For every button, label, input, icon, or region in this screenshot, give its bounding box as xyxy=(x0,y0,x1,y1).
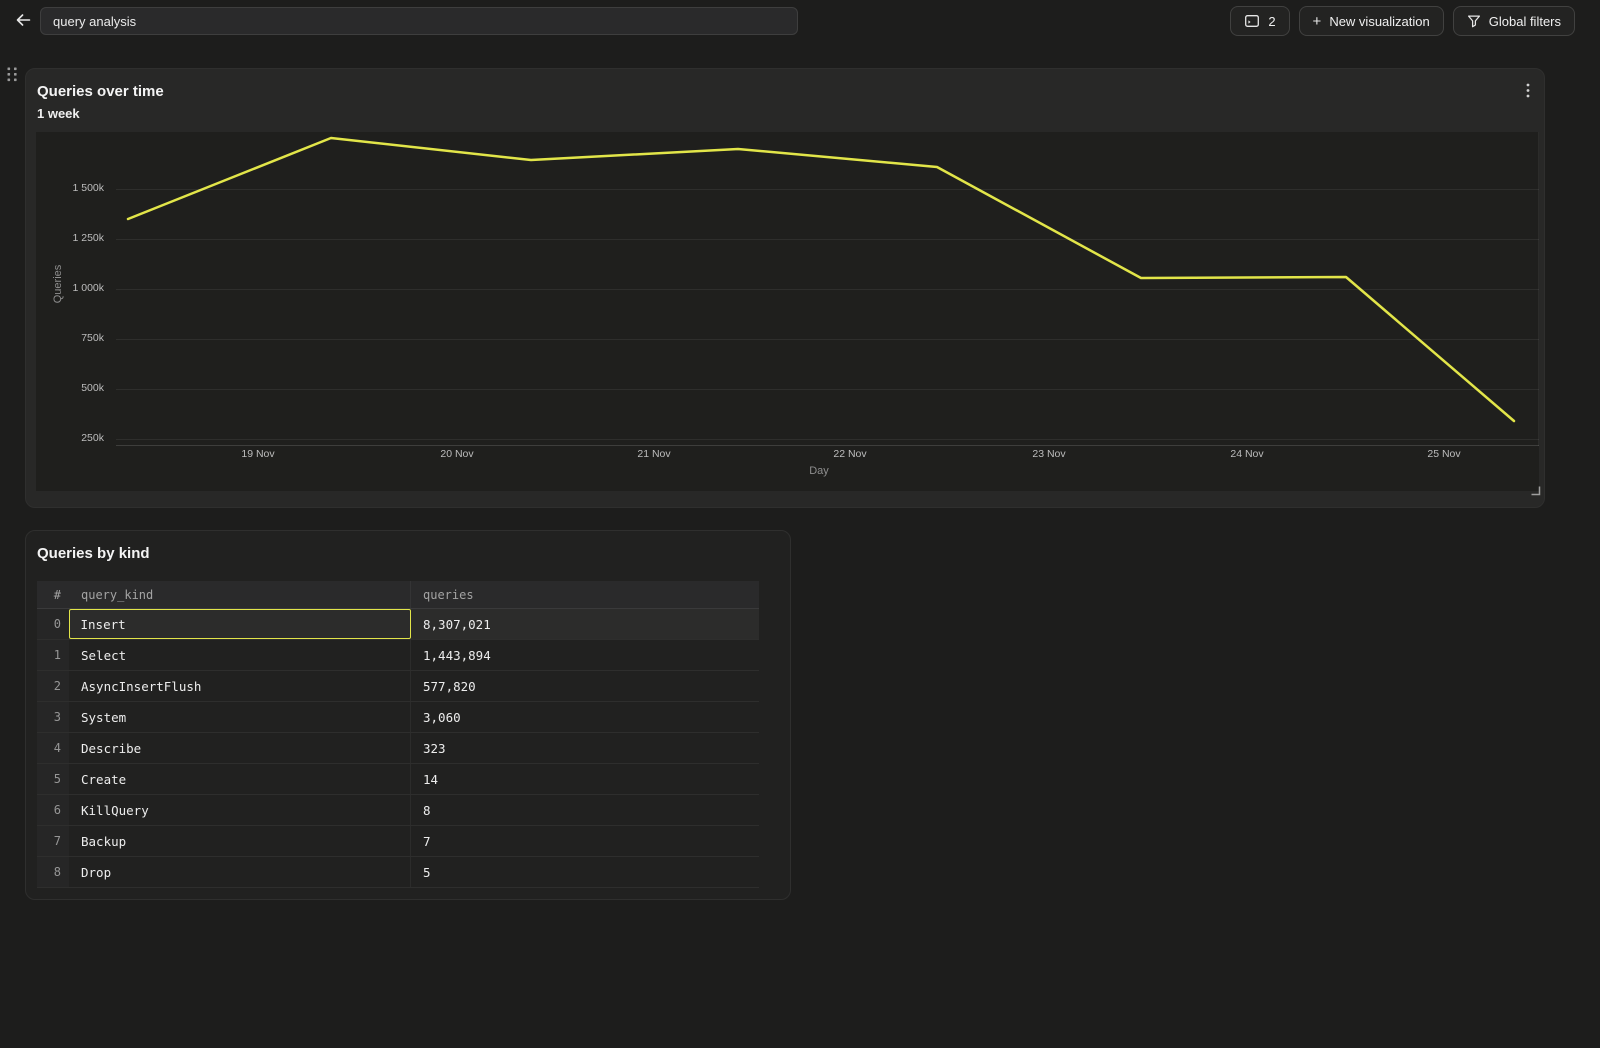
x-tick-label: 21 Nov xyxy=(624,448,684,460)
table-row: 1Select1,443,894 xyxy=(37,640,759,671)
global-filters-button[interactable]: Global filters xyxy=(1453,6,1575,36)
y-tick-label: 250k xyxy=(36,432,104,444)
queries-line-series xyxy=(36,132,1539,491)
queries-count-cell[interactable]: 7 xyxy=(411,826,759,856)
y-tick-label: 1 000k xyxy=(36,282,104,294)
table-row: 0Insert8,307,021 xyxy=(37,609,759,640)
y-tick-label: 500k xyxy=(36,382,104,394)
row-index-cell: 8 xyxy=(37,857,69,887)
chart-subtitle: 1 week xyxy=(37,106,164,121)
query-kind-cell[interactable]: AsyncInsertFlush xyxy=(69,671,411,701)
column-header-queries[interactable]: queries xyxy=(411,581,759,608)
panel-resize-handle[interactable] xyxy=(1529,483,1541,501)
y-gridline xyxy=(116,239,1539,240)
global-filters-label: Global filters xyxy=(1489,14,1561,29)
chart-panel: Queries over time 1 week Queries Day 1 5… xyxy=(25,68,1545,508)
row-index-cell: 3 xyxy=(37,702,69,732)
topbar-actions: 2 + New visualization Global filters xyxy=(1230,6,1575,36)
chart-panel-header: Queries over time 1 week xyxy=(37,83,164,121)
y-gridline xyxy=(116,439,1539,440)
table-row: 4Describe323 xyxy=(37,733,759,764)
query-kind-cell[interactable]: Insert xyxy=(69,609,411,639)
row-index-cell: 4 xyxy=(37,733,69,763)
queries-count-cell[interactable]: 8 xyxy=(411,795,759,825)
chart-menu-button[interactable] xyxy=(1522,79,1534,105)
queries-count-cell[interactable]: 577,820 xyxy=(411,671,759,701)
column-header-query_kind[interactable]: query_kind xyxy=(69,581,411,608)
query-kind-cell[interactable]: System xyxy=(69,702,411,732)
query-kind-cell[interactable]: KillQuery xyxy=(69,795,411,825)
y-tick-label: 1 500k xyxy=(36,182,104,194)
x-tick-label: 25 Nov xyxy=(1414,448,1474,460)
y-gridline xyxy=(116,339,1539,340)
queries-count-cell[interactable]: 1,443,894 xyxy=(411,640,759,670)
query-kind-cell[interactable]: Create xyxy=(69,764,411,794)
queries-count-cell[interactable]: 3,060 xyxy=(411,702,759,732)
chart-title: Queries over time xyxy=(37,83,164,100)
query-kind-cell[interactable]: Backup xyxy=(69,826,411,856)
y-tick-label: 1 250k xyxy=(36,232,104,244)
plus-icon: + xyxy=(1313,14,1322,29)
sql-console-count-button[interactable]: 2 xyxy=(1230,6,1289,36)
x-tick-label: 23 Nov xyxy=(1019,448,1079,460)
x-tick-label: 24 Nov xyxy=(1217,448,1277,460)
table-row: 7Backup7 xyxy=(37,826,759,857)
kebab-vertical-icon xyxy=(1526,86,1530,101)
funnel-icon xyxy=(1467,14,1481,28)
dashboard-title-input[interactable] xyxy=(40,7,798,35)
y-tick-label: 750k xyxy=(36,332,104,344)
queries-count-cell[interactable]: 8,307,021 xyxy=(411,609,759,639)
table-row: 3System3,060 xyxy=(37,702,759,733)
line-chart-plot-area[interactable]: Queries Day 1 500k1 250k1 000k750k500k25… xyxy=(36,132,1539,491)
table-row: 8Drop5 xyxy=(37,857,759,888)
query-kind-cell[interactable]: Drop xyxy=(69,857,411,887)
row-index-cell: 5 xyxy=(37,764,69,794)
table-panel-header: Queries by kind xyxy=(37,545,150,562)
table-header-row: #query_kindqueries xyxy=(37,581,759,609)
queries-count-cell[interactable]: 323 xyxy=(411,733,759,763)
queries-by-kind-table: #query_kindqueries0Insert8,307,0211Selec… xyxy=(37,581,759,888)
sql-console-icon xyxy=(1244,13,1260,29)
arrow-left-icon xyxy=(15,12,32,31)
row-index-cell: 2 xyxy=(37,671,69,701)
x-tick-label: 19 Nov xyxy=(228,448,288,460)
query-kind-cell[interactable]: Describe xyxy=(69,733,411,763)
row-index-cell: 7 xyxy=(37,826,69,856)
x-tick-label: 20 Nov xyxy=(427,448,487,460)
new-visualization-button[interactable]: + New visualization xyxy=(1299,6,1444,36)
x-tick-label: 22 Nov xyxy=(820,448,880,460)
table-row: 5Create14 xyxy=(37,764,759,795)
row-index-cell: 0 xyxy=(37,609,69,639)
back-button[interactable] xyxy=(8,6,38,36)
console-count: 2 xyxy=(1268,14,1275,29)
table-panel: Queries by kind #query_kindqueries0Inser… xyxy=(25,530,791,900)
row-index-cell: 6 xyxy=(37,795,69,825)
table-row: 6KillQuery8 xyxy=(37,795,759,826)
queries-count-cell[interactable]: 5 xyxy=(411,857,759,887)
table-title: Queries by kind xyxy=(37,545,150,562)
row-index-cell: 1 xyxy=(37,640,69,670)
panel-drag-handle-icon[interactable] xyxy=(6,66,19,88)
queries-count-cell[interactable]: 14 xyxy=(411,764,759,794)
y-gridline xyxy=(116,389,1539,390)
y-gridline xyxy=(116,189,1539,190)
y-gridline xyxy=(116,289,1539,290)
table-row: 2AsyncInsertFlush577,820 xyxy=(37,671,759,702)
column-header-index[interactable]: # xyxy=(37,581,69,608)
top-bar: 2 + New visualization Global filters xyxy=(0,0,1600,42)
query-kind-cell[interactable]: Select xyxy=(69,640,411,670)
new-visualization-label: New visualization xyxy=(1329,14,1429,29)
